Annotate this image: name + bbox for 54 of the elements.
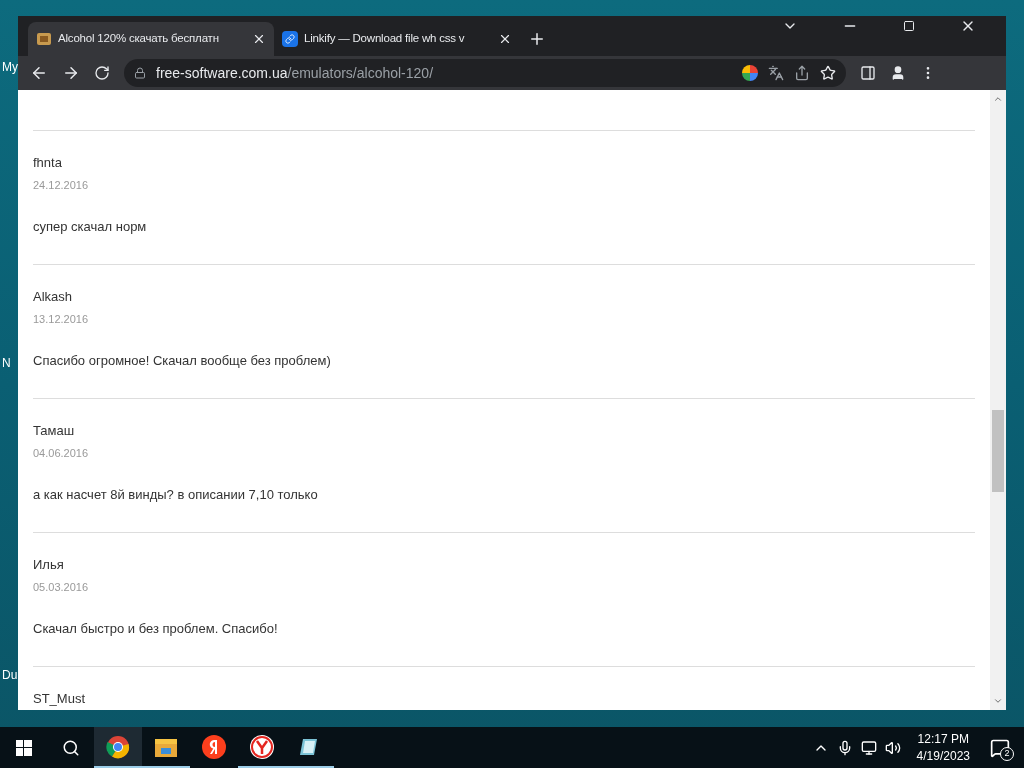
link-favicon-icon [282, 31, 298, 47]
back-icon[interactable] [30, 64, 48, 82]
scrollbar-thumb[interactable] [992, 410, 1004, 492]
google-icon[interactable] [742, 65, 758, 81]
comment-author: ST_Must [33, 690, 86, 708]
network-icon[interactable] [860, 739, 877, 756]
desktop-icon-label: Du [2, 667, 18, 684]
scroll-down-icon[interactable] [993, 696, 1003, 706]
taskbar-app[interactable] [94, 727, 142, 768]
url-text: free-software.com.ua/emulators/alcohol-120/ [156, 63, 435, 83]
browser-tab[interactable]: Linkify — Download file wh css v [274, 22, 520, 56]
share-icon[interactable] [794, 65, 810, 81]
new-tab-icon[interactable] [528, 30, 546, 48]
address-bar[interactable]: free-software.com.ua/emulators/alcohol-120/ [124, 59, 846, 87]
comment-text: Скачал быстро и без проблем. Спасибо! [33, 620, 279, 638]
comment-date: 24.12.2016 [33, 177, 90, 193]
scrollbar[interactable] [990, 90, 1006, 710]
reload-icon[interactable] [94, 65, 110, 81]
close-icon[interactable] [252, 32, 266, 46]
comment-text: супер скачал норм [33, 218, 148, 236]
profile-icon[interactable] [890, 65, 906, 81]
tab-title: Alcohol 120% скачать бесплатн [58, 31, 220, 47]
browser-logo-icon [250, 734, 274, 759]
maximize-icon[interactable] [903, 20, 915, 32]
comment-text: Спасибо огромное! Скачал вообще без проблем) [33, 352, 332, 370]
comment-author: fhnta [33, 154, 63, 172]
comment-date: 05.03.2016 [33, 579, 90, 595]
close-icon[interactable] [498, 32, 512, 46]
notification-count: 2 [1000, 746, 1014, 761]
clock[interactable]: 12:17 PM 4/19/2023 [910, 730, 976, 765]
tab-title: Linkify — Download file wh css v [304, 31, 466, 47]
search-icon[interactable] [62, 738, 80, 757]
clock-time: 12:17 PM [917, 730, 969, 748]
comment-date: 04.06.2016 [33, 445, 90, 461]
letter-logo-icon [202, 734, 226, 759]
lock-icon [134, 67, 146, 79]
clock-date: 4/19/2023 [916, 747, 970, 765]
desktop-icon-label: My [2, 59, 18, 76]
browser-tab[interactable]: Alcohol 120% скачать бесплатн [28, 22, 274, 56]
comment-text: а как насчет 8й винды? в описании 7,10 только [33, 486, 319, 504]
volume-icon[interactable] [884, 739, 901, 756]
comment-author: Илья [33, 556, 65, 574]
windows-start-icon[interactable] [16, 739, 32, 756]
desktop-icon-label: N [2, 355, 11, 372]
comment-author: Тамаш [33, 422, 76, 440]
bookmark-star-icon[interactable] [820, 65, 836, 81]
box-favicon-icon [36, 31, 52, 47]
chrome-icon [106, 734, 130, 759]
forward-icon[interactable] [62, 64, 80, 82]
translate-icon[interactable] [768, 65, 784, 81]
side-panel-icon[interactable] [860, 65, 876, 81]
scroll-up-icon[interactable] [993, 94, 1003, 104]
comment-date: 13.12.2016 [33, 311, 90, 327]
comment-author: Alkash [33, 288, 74, 306]
